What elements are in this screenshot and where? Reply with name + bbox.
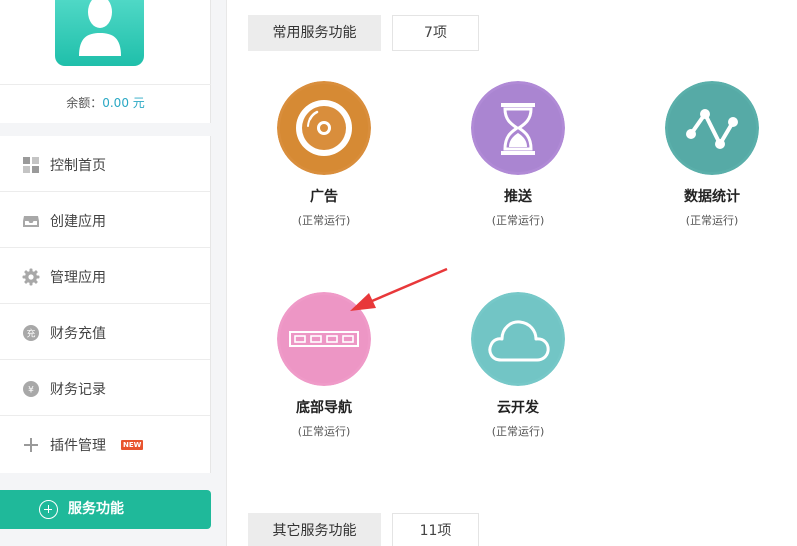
sidebar-item-label: 财务充值 bbox=[50, 326, 106, 342]
sidebar-item-recharge[interactable]: 充 财务充值 bbox=[0, 304, 210, 360]
sidebar-item-create-app[interactable]: 创建应用 bbox=[0, 192, 210, 248]
annotation-arrow-icon bbox=[350, 267, 448, 311]
sidebar-item-manage-app[interactable]: 管理应用 bbox=[0, 248, 210, 304]
service-name: 云开发 bbox=[497, 400, 539, 416]
cloud-icon bbox=[471, 292, 565, 386]
sidebar: 余额：0.00 元 控制首页 创建应用 管理应用 充 财务充值 ¥ 财务记录 插… bbox=[0, 0, 226, 546]
service-status: (正常运行) bbox=[297, 214, 351, 227]
service-tile-ads[interactable]: 广告 (正常运行) bbox=[249, 81, 399, 228]
service-name: 广告 bbox=[310, 189, 338, 205]
sidebar-item-label: 插件管理 bbox=[50, 438, 106, 454]
svg-text:充: 充 bbox=[26, 328, 35, 340]
service-status: (正常运行) bbox=[685, 214, 739, 227]
sidebar-item-label: 管理应用 bbox=[50, 270, 106, 286]
balance-label: 余额： bbox=[66, 96, 103, 110]
balance: 余额：0.00 元 bbox=[0, 94, 211, 111]
service-name: 推送 bbox=[504, 189, 532, 205]
avatar[interactable] bbox=[55, 0, 144, 66]
main-content: 常用服务功能 7项 广告 (正常运行) 推送 (正常运行) 数据统计 (正常运行… bbox=[226, 0, 797, 546]
inbox-tray-icon bbox=[23, 216, 39, 227]
profile-divider bbox=[0, 84, 211, 85]
service-icon-circle bbox=[665, 81, 759, 175]
section-title-common: 常用服务功能 bbox=[248, 15, 381, 51]
service-status: (正常运行) bbox=[297, 425, 351, 438]
plus-icon bbox=[24, 438, 38, 452]
disc-icon bbox=[277, 81, 371, 175]
balance-amount: 0.00 元 bbox=[102, 96, 145, 110]
service-status: (正常运行) bbox=[491, 425, 545, 438]
new-badge: NEW bbox=[121, 440, 144, 450]
yen-coin-icon: ¥ bbox=[23, 381, 39, 397]
service-status: (正常运行) bbox=[491, 214, 545, 227]
service-name: 底部导航 bbox=[296, 400, 352, 416]
service-name: 数据统计 bbox=[684, 189, 740, 205]
service-features-label: 服务功能 bbox=[68, 501, 124, 517]
service-tile-analytics[interactable]: 数据统计 (正常运行) bbox=[637, 81, 787, 228]
section-count-common: 7项 bbox=[392, 15, 479, 51]
sidebar-menu: 控制首页 创建应用 管理应用 充 财务充值 ¥ 财务记录 插件管理 NEW bbox=[0, 136, 211, 473]
circle-plus-icon bbox=[39, 500, 58, 519]
gear-icon bbox=[22, 268, 40, 286]
service-tile-cloud-dev[interactable]: 云开发 (正常运行) bbox=[443, 292, 593, 439]
service-features-button[interactable]: 服务功能 bbox=[0, 490, 211, 529]
sidebar-item-dashboard[interactable]: 控制首页 bbox=[0, 136, 210, 192]
svg-text:¥: ¥ bbox=[28, 386, 34, 396]
recharge-coin-icon: 充 bbox=[23, 325, 39, 341]
user-silhouette-icon bbox=[79, 0, 121, 56]
service-icon-circle bbox=[471, 292, 565, 386]
hourglass-icon bbox=[471, 81, 565, 175]
profile-card: 余额：0.00 元 bbox=[0, 0, 211, 123]
section-title-other: 其它服务功能 bbox=[248, 513, 381, 546]
section-count-other: 11项 bbox=[392, 513, 479, 546]
dashboard-grid-icon bbox=[23, 157, 39, 173]
service-tile-push[interactable]: 推送 (正常运行) bbox=[443, 81, 593, 228]
sidebar-item-label: 创建应用 bbox=[50, 214, 106, 230]
service-icon-circle bbox=[277, 81, 371, 175]
sidebar-item-plugins[interactable]: 插件管理 NEW bbox=[0, 416, 210, 472]
service-icon-circle bbox=[471, 81, 565, 175]
sidebar-item-label: 财务记录 bbox=[50, 382, 106, 398]
sidebar-item-finance-records[interactable]: ¥ 财务记录 bbox=[0, 360, 210, 416]
line-graph-icon bbox=[665, 81, 759, 175]
sidebar-item-label: 控制首页 bbox=[50, 158, 106, 174]
